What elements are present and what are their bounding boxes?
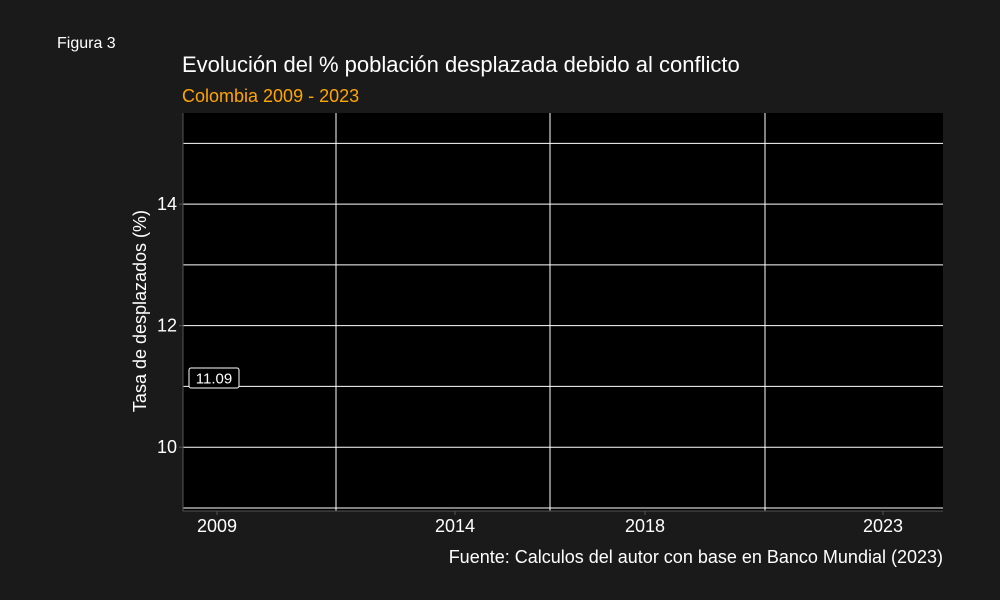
chart: Figura 3 Evolución del % población despl… — [57, 35, 943, 567]
x-tick-label: 2009 — [197, 516, 237, 536]
x-tick-label: 2014 — [435, 516, 475, 536]
y-tick-label: 12 — [157, 316, 177, 336]
plot-panel — [183, 113, 943, 511]
chart-title: Evolución del % población desplazada deb… — [182, 52, 740, 77]
y-axis-label: Tasa de desplazados (%) — [130, 210, 150, 412]
y-tick-label: 10 — [157, 437, 177, 457]
chart-subtitle: Colombia 2009 - 2023 — [182, 86, 359, 106]
figure-label: Figura 3 — [57, 35, 116, 52]
chart-caption: Fuente: Calculos del autor con base en B… — [449, 547, 943, 567]
y-tick-label: 14 — [157, 194, 177, 214]
data-label: 11.09 — [196, 370, 232, 387]
x-tick-label: 2023 — [863, 516, 903, 536]
x-tick-label: 2018 — [625, 516, 665, 536]
